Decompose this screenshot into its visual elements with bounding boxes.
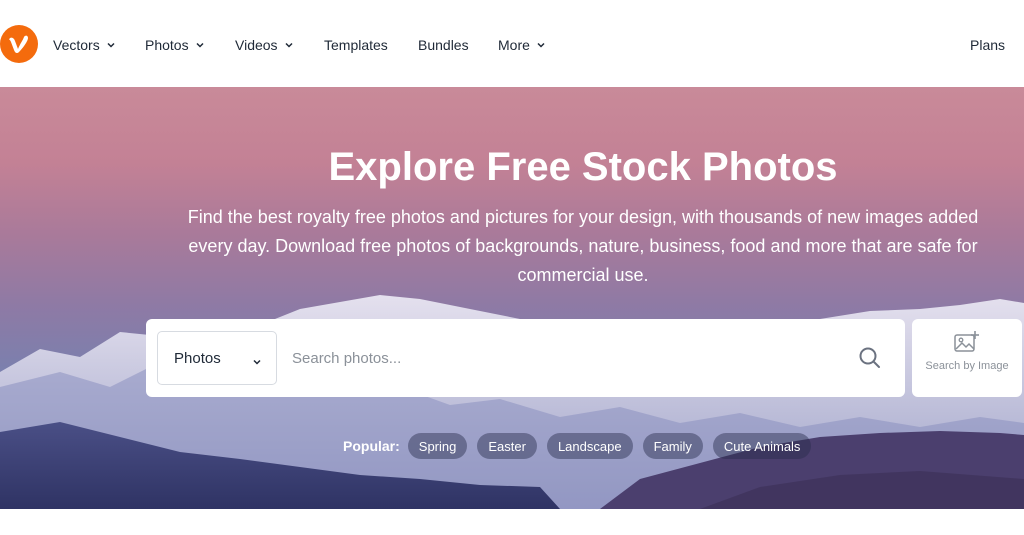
popular-tag-cute-animals[interactable]: Cute Animals (712, 433, 812, 459)
nav-templates-label: Templates (324, 37, 388, 53)
popular-tag-spring[interactable]: Spring (407, 433, 468, 459)
hero-section: Explore Free Stock Photos Find the best … (0, 87, 1024, 509)
popular-label: Popular: (343, 438, 400, 454)
nav-vectors-label: Vectors (53, 37, 100, 53)
search-button[interactable] (856, 344, 884, 372)
top-nav: Vectors Photos Videos Templates Bundles … (0, 0, 1024, 87)
nav-bundles-label: Bundles (418, 37, 469, 53)
chevron-down-icon (252, 354, 262, 365)
image-plus-icon (954, 331, 979, 352)
chevron-down-icon (106, 40, 116, 50)
search-input[interactable] (292, 339, 832, 377)
popular-tag-family[interactable]: Family (642, 433, 703, 459)
nav-videos[interactable]: Videos (235, 35, 294, 55)
nav-vectors[interactable]: Vectors (53, 35, 116, 55)
hero-subtitle: Find the best royalty free photos and pi… (187, 207, 979, 285)
nav-templates[interactable]: Templates (324, 35, 388, 55)
hero-title: Explore Free Stock Photos (328, 145, 838, 189)
nav-more-label: More (498, 37, 530, 53)
chevron-down-icon (195, 40, 205, 50)
logo-v-icon (9, 35, 28, 54)
nav-more[interactable]: More (498, 35, 546, 55)
search-type-label: Photos (174, 349, 221, 367)
search-type-select[interactable]: Photos (157, 331, 277, 385)
search-by-image-label: Search by Image (925, 360, 1009, 372)
popular-tag-landscape[interactable]: Landscape (546, 433, 633, 459)
chevron-down-icon (536, 40, 546, 50)
popular-tags: Popular: Spring Easter Landscape Family … (343, 433, 821, 459)
nav-plans-label: Plans (970, 37, 1006, 53)
search-bar: Photos (146, 319, 905, 397)
search-icon (859, 347, 880, 368)
nav-bundles[interactable]: Bundles (418, 35, 469, 55)
nav-photos-label: Photos (145, 37, 189, 53)
nav-photos[interactable]: Photos (145, 35, 205, 55)
nav-plans[interactable]: Plans (970, 35, 1005, 55)
search-by-image-button[interactable]: Search by Image (912, 319, 1022, 397)
vecteezy-logo[interactable] (0, 25, 38, 63)
chevron-down-icon (284, 40, 294, 50)
popular-tag-easter[interactable]: Easter (477, 433, 537, 459)
nav-videos-label: Videos (235, 37, 278, 53)
